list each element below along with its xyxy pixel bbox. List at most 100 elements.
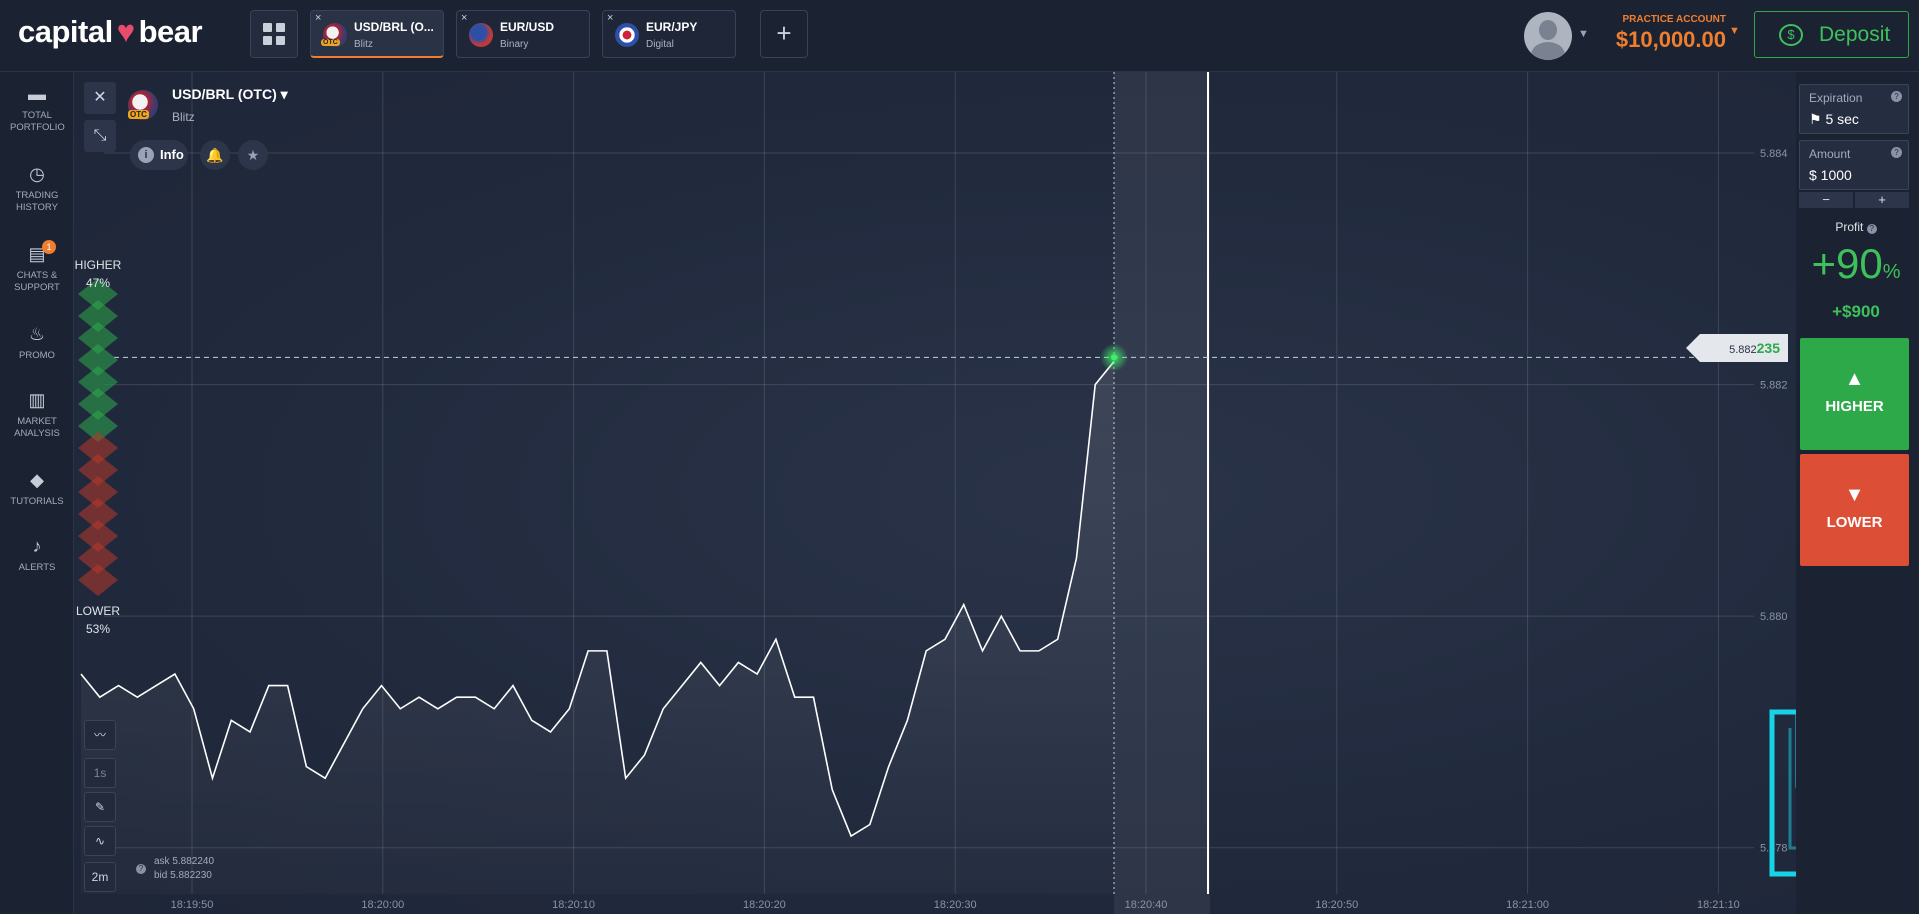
help-icon[interactable]: ?: [1891, 147, 1902, 158]
y-tick-label: 5.884: [1760, 148, 1788, 160]
otc-badge: OTC: [321, 39, 340, 46]
chart-type-button[interactable]: 〰: [84, 720, 116, 750]
profit-amount: +$900: [1832, 302, 1880, 321]
candle-timeframe-button[interactable]: 1s: [84, 758, 116, 788]
add-tab-button[interactable]: +: [760, 10, 808, 58]
indicators-icon[interactable]: ∿: [84, 826, 116, 856]
trend-down-icon: ▼: [1844, 484, 1865, 506]
tab-close-icon[interactable]: ×: [315, 12, 321, 24]
amount-label: Amount: [1809, 147, 1851, 161]
help-icon[interactable]: ?: [136, 864, 146, 874]
profit-label: Profit ?: [1796, 220, 1916, 234]
chevron-down-icon[interactable]: ▼: [1578, 28, 1589, 40]
profit-percent: +90%: [1796, 240, 1916, 288]
tab-close-icon[interactable]: ×: [461, 12, 467, 24]
amount-stepper: − +: [1799, 192, 1909, 208]
price-area: [81, 361, 1114, 894]
sentiment-lower-pct: 53%: [85, 622, 111, 636]
sidebar-item-label: ALERTS: [18, 562, 56, 573]
help-icon[interactable]: ?: [1866, 224, 1877, 234]
sidebar-item-label: PROMO: [19, 350, 55, 361]
star-icon[interactable]: ★: [238, 140, 268, 170]
left-sidebar: ▬ TOTAL PORTFOLIO ◷ TRADING HISTORY ▤ 1 …: [0, 72, 74, 914]
y-tick-label: 5.880: [1760, 611, 1788, 623]
logo[interactable]: capital ♥ bear: [18, 14, 203, 50]
sidebar-item-chats-support[interactable]: ▤ 1 CHATS & SUPPORT: [0, 240, 74, 294]
fire-icon: ♨: [28, 324, 46, 344]
account-balance[interactable]: $10,000.00: [1596, 27, 1726, 53]
sidebar-item-promo[interactable]: ♨ PROMO: [0, 324, 74, 362]
amount-field[interactable]: Amount ? $ 1000: [1799, 140, 1909, 190]
tab-type: Digital: [646, 39, 674, 50]
x-tick-label: 18:20:00: [361, 899, 404, 911]
x-tick-label: 18:19:50: [171, 899, 214, 911]
expiration-label: Expiration: [1809, 91, 1863, 105]
x-tick-label: 18:21:00: [1506, 899, 1549, 911]
logo-text-left: capital: [18, 14, 113, 49]
bell-icon: ♪: [32, 536, 42, 556]
sidebar-item-trading-history[interactable]: ◷ TRADING HISTORY: [0, 164, 74, 214]
y-tick-label: 5.882: [1760, 380, 1788, 392]
increase-amount-button[interactable]: +: [1855, 192, 1909, 208]
tab-eur-usd[interactable]: × EUR/USD Binary: [456, 10, 590, 58]
close-chart-button[interactable]: ✕: [84, 82, 116, 114]
pencil-icon[interactable]: ✎: [84, 792, 116, 822]
help-icon[interactable]: ?: [1891, 91, 1902, 102]
higher-label: HIGHER: [1825, 398, 1884, 415]
expiration-value: 5 sec: [1825, 111, 1859, 127]
info-label: Info: [160, 147, 184, 162]
avatar[interactable]: [1524, 12, 1572, 60]
sentiment-lower-bar: [78, 564, 118, 596]
briefcase-icon: ▬: [28, 84, 46, 104]
deposit-button[interactable]: $ Deposit: [1754, 11, 1909, 58]
sentiment-lower-label: LOWER: [75, 604, 120, 618]
account-type-label[interactable]: PRACTICE ACCOUNT: [1600, 14, 1726, 25]
x-tick-label: 18:20:30: [934, 899, 977, 911]
otc-badge: OTC: [128, 110, 149, 119]
flag-icon: ⚑: [1809, 111, 1822, 127]
assets-grid-button[interactable]: [250, 10, 298, 58]
ask-price: ask 5.882240: [154, 856, 215, 867]
sidebar-item-alerts[interactable]: ♪ ALERTS: [0, 536, 74, 574]
deposit-icon: $: [1779, 24, 1803, 46]
trend-up-icon: ▲: [1844, 368, 1865, 390]
bell-icon[interactable]: 🔔: [200, 140, 230, 170]
chevron-down-icon[interactable]: ▼: [1729, 25, 1740, 37]
asset-selector[interactable]: USD/BRL (OTC) ▾: [172, 86, 288, 103]
lower-button[interactable]: ▼ LOWER: [1800, 454, 1909, 566]
top-bar: capital ♥ bear × OTC USD/BRL (O... Blitz ×…: [0, 0, 1919, 72]
time-scale-button[interactable]: 2m: [84, 862, 116, 892]
expiry-zone: [1114, 72, 1210, 914]
price-chart[interactable]: 18:19:50 18:20:00 18:20:10 18:20:20 18:20:30…: [74, 72, 1796, 914]
graduation-cap-icon: ◆: [30, 470, 44, 490]
chart-area[interactable]: 18:19:50 18:20:00 18:20:10 18:20:20 18:20:30…: [74, 72, 1877, 914]
trade-panel: Expiration ? ⚑ 5 sec Amount ? $ 1000 − +…: [1796, 72, 1919, 914]
amount-value[interactable]: $ 1000: [1809, 167, 1852, 183]
logo-text-right: bear: [138, 14, 203, 49]
sidebar-item-total-portfolio[interactable]: ▬ TOTAL PORTFOLIO: [0, 84, 74, 134]
tab-eur-jpy[interactable]: × EUR/JPY Digital: [602, 10, 736, 58]
asset-type: Blitz: [172, 110, 195, 124]
minimize-icon[interactable]: ⤡: [84, 120, 116, 152]
tab-usd-brl[interactable]: × OTC USD/BRL (O... Blitz: [310, 10, 444, 58]
clock-icon: ◷: [29, 164, 45, 184]
tab-title: USD/BRL (O...: [354, 20, 434, 34]
eur-flag-icon: [469, 23, 493, 47]
info-button[interactable]: i Info: [130, 140, 188, 170]
jpy-flag-icon: [615, 23, 639, 47]
price-tag-highlight: 235: [1756, 340, 1780, 356]
tab-close-icon[interactable]: ×: [607, 12, 613, 24]
expiration-selector[interactable]: Expiration ? ⚑ 5 sec: [1799, 84, 1909, 134]
profit-percent-value: +90: [1811, 240, 1883, 287]
x-tick-label: 18:20:40: [1125, 899, 1168, 911]
sidebar-item-label: TOTAL PORTFOLIO: [10, 110, 65, 133]
tab-type: Blitz: [354, 39, 373, 50]
sentiment-higher-pct: 47%: [85, 276, 111, 290]
tab-type: Binary: [500, 39, 529, 50]
sidebar-item-market-analysis[interactable]: ▥ MARKET ANALYSIS: [0, 390, 74, 440]
sidebar-item-tutorials[interactable]: ◆ TUTORIALS: [0, 470, 74, 508]
decrease-amount-button[interactable]: −: [1799, 192, 1853, 208]
sidebar-item-label: TUTORIALS: [10, 496, 64, 507]
x-tick-label: 18:20:50: [1315, 899, 1358, 911]
higher-button[interactable]: ▲ HIGHER: [1800, 338, 1909, 450]
